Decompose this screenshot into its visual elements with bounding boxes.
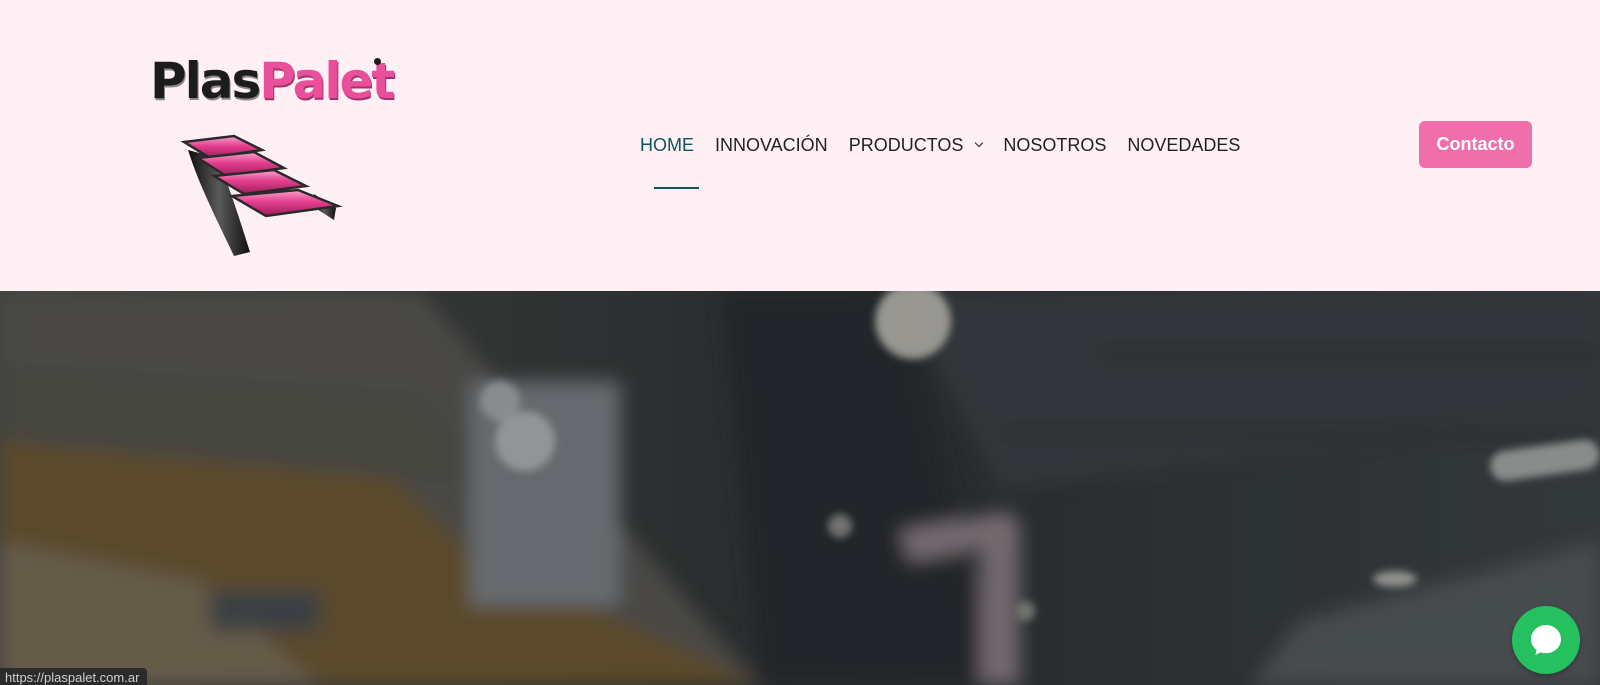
plaspalet-logo[interactable]: PlasPalet — [150, 52, 395, 267]
warehouse-background-image — [0, 291, 1600, 685]
site-header: PlasPalet HOME INNOVACIÓN PRODUCTOS NOSO… — [0, 0, 1600, 291]
nav-item-productos[interactable]: PRODUCTOS — [849, 135, 984, 156]
logo-wordmark: PlasPalet — [150, 52, 395, 110]
status-bar-url: https://plaspalet.com.ar — [0, 668, 148, 685]
contact-button[interactable]: Contacto — [1419, 121, 1532, 168]
hero-banner-image — [0, 291, 1600, 685]
registered-mark-icon — [374, 58, 381, 65]
nav-item-novedades[interactable]: NOVEDADES — [1127, 135, 1240, 156]
whatsapp-chat-button[interactable] — [1512, 606, 1580, 674]
chat-bubble-icon — [1531, 625, 1561, 655]
pallet-logo-icon — [180, 134, 343, 256]
nav-item-innovacion[interactable]: INNOVACIÓN — [715, 135, 828, 156]
nav-item-nosotros[interactable]: NOSOTROS — [1003, 135, 1106, 156]
chevron-down-icon — [975, 138, 984, 148]
active-nav-indicator — [654, 187, 699, 189]
main-navigation: HOME INNOVACIÓN PRODUCTOS NOSOTROS NOVED… — [640, 132, 1261, 158]
nav-item-home[interactable]: HOME — [640, 135, 694, 156]
